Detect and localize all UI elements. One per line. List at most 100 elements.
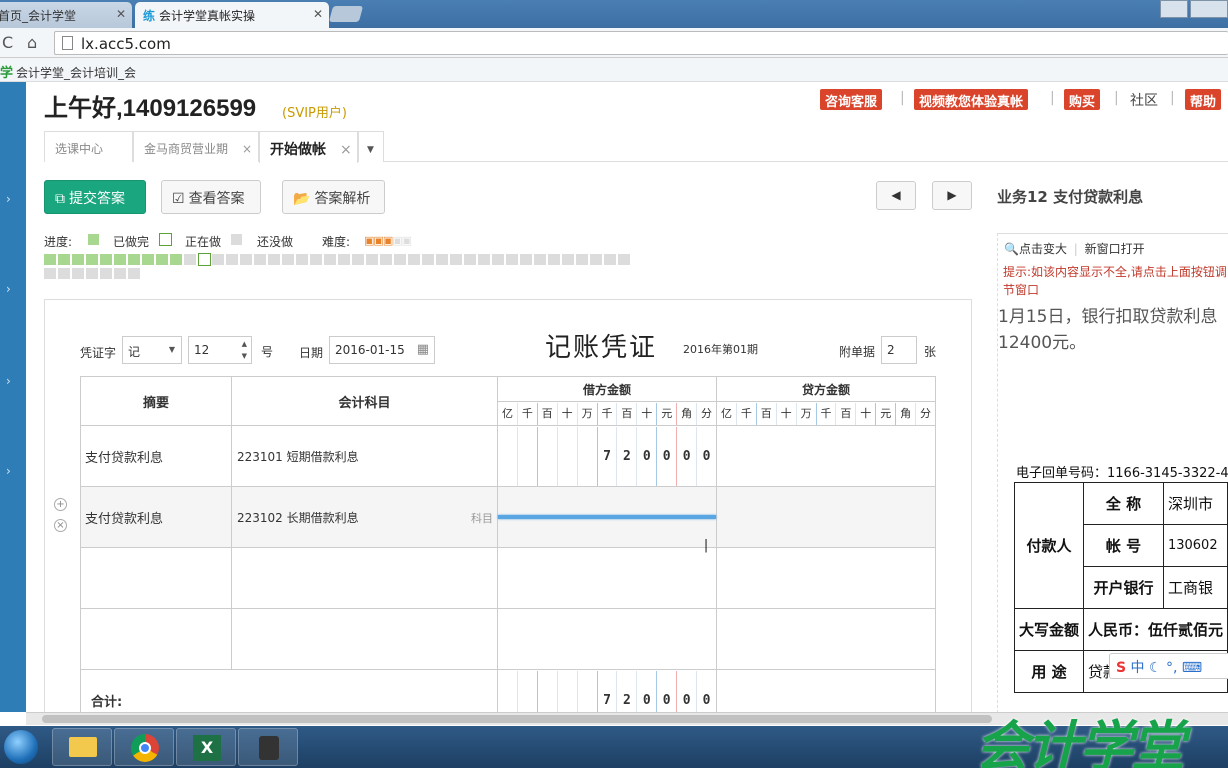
progress-cell[interactable] [170, 254, 182, 265]
previous-button[interactable]: ◀ [876, 181, 916, 210]
debit-amount-input[interactable]: | [497, 486, 717, 553]
progress-cell[interactable] [296, 254, 308, 265]
progress-cell[interactable] [338, 254, 350, 265]
browser-tab-home[interactable]: 首页_会计学堂 ✕ [0, 2, 132, 28]
progress-cell[interactable] [100, 268, 112, 279]
progress-cell[interactable] [184, 254, 196, 265]
progress-cell[interactable] [240, 254, 252, 265]
minimize-button[interactable] [1160, 0, 1188, 18]
account-cell[interactable]: 223101 短期借款利息 [231, 425, 498, 487]
progress-cell[interactable] [142, 254, 154, 265]
chevron-right-icon[interactable]: › [6, 374, 11, 388]
excel-taskbar-icon[interactable]: X [176, 728, 236, 766]
video-trial-button[interactable]: 视频教您体验真帐 [914, 89, 1029, 110]
add-row-icon[interactable]: + [54, 498, 67, 511]
summary-cell[interactable] [80, 547, 232, 609]
explorer-taskbar-icon[interactable] [52, 728, 112, 766]
help-button[interactable]: 帮助 [1185, 89, 1222, 110]
consult-button[interactable]: 咨询客服 [820, 89, 883, 110]
progress-cell[interactable] [212, 254, 224, 265]
progress-cell[interactable] [114, 254, 126, 265]
progress-cell[interactable] [254, 254, 266, 265]
progress-cell[interactable] [394, 254, 406, 265]
progress-cell[interactable] [128, 268, 140, 279]
progress-cell[interactable] [618, 254, 630, 265]
progress-cell[interactable] [422, 254, 434, 265]
progress-cell[interactable] [464, 254, 476, 265]
answer-analysis-button[interactable]: 📂 答案解析 [282, 180, 385, 214]
close-icon[interactable]: × [242, 142, 252, 156]
summary-cell[interactable]: 支付贷款利息 [80, 425, 232, 487]
amount-cell[interactable] [716, 425, 936, 487]
new-tab-button[interactable] [328, 6, 364, 22]
url-input[interactable]: lx.acc5.com [54, 31, 1228, 55]
amount-cell[interactable] [497, 608, 717, 670]
attachment-count-input[interactable]: 2 [881, 336, 917, 364]
progress-cell[interactable] [44, 268, 56, 279]
amount-cell[interactable]: 720000 [497, 425, 717, 487]
progress-cell[interactable] [226, 254, 238, 265]
ime-toolbar[interactable]: S 中 ☾ °, ⌨ [1109, 653, 1228, 679]
progress-cell[interactable] [436, 254, 448, 265]
summary-cell[interactable] [80, 608, 232, 670]
start-button-icon[interactable] [4, 730, 38, 764]
progress-cell[interactable] [58, 254, 70, 265]
browser-tab-practice[interactable]: 练会计学堂真帐实操 ✕ [135, 2, 329, 28]
progress-cell[interactable] [72, 254, 84, 265]
account-cell[interactable]: 223102 长期借款利息 科目 [231, 486, 498, 548]
progress-cell[interactable] [352, 254, 364, 265]
progress-cell[interactable] [268, 254, 280, 265]
progress-cell[interactable] [576, 254, 588, 265]
progress-cell[interactable] [114, 268, 126, 279]
bookmark-item[interactable]: 学会计学堂_会计培训_会 [0, 62, 136, 81]
close-icon[interactable]: ✕ [313, 7, 323, 21]
voucher-word-select[interactable]: 记 ▼ [122, 336, 182, 364]
account-picker-hint[interactable]: 科目 [471, 510, 493, 526]
view-answer-button[interactable]: ☑ 查看答案 [161, 180, 261, 214]
zoom-link[interactable]: 🔍点击变大 [1004, 242, 1067, 256]
progress-cell[interactable] [86, 254, 98, 265]
progress-cell[interactable] [366, 254, 378, 265]
chevron-right-icon[interactable]: › [6, 282, 11, 296]
close-icon[interactable]: ✕ [116, 7, 126, 21]
progress-cell[interactable] [128, 254, 140, 265]
progress-cell[interactable] [324, 254, 336, 265]
progress-cell[interactable] [310, 254, 322, 265]
progress-cell[interactable] [604, 254, 616, 265]
amount-cell[interactable] [716, 547, 936, 609]
reload-icon[interactable]: C [2, 33, 13, 52]
submit-answer-button[interactable]: ⧉ 提交答案 [44, 180, 146, 214]
chrome-taskbar-icon[interactable] [114, 728, 174, 766]
date-input[interactable]: 2016-01-15 ▦ [329, 336, 435, 364]
progress-cell[interactable] [44, 254, 56, 265]
scrollbar-thumb[interactable] [42, 715, 992, 723]
new-window-link[interactable]: 新窗口打开 [1085, 242, 1145, 256]
progress-cell[interactable] [450, 254, 462, 265]
home-icon[interactable]: ⌂ [27, 33, 37, 52]
tab-menu-dropdown[interactable]: ▼ [358, 131, 384, 162]
progress-cell[interactable] [380, 254, 392, 265]
progress-cell[interactable] [156, 254, 168, 265]
progress-cell[interactable] [408, 254, 420, 265]
chevron-right-icon[interactable]: › [6, 192, 11, 206]
progress-cell[interactable] [520, 254, 532, 265]
close-icon[interactable]: × [340, 142, 352, 158]
progress-cell[interactable] [100, 254, 112, 265]
progress-cell[interactable] [478, 254, 490, 265]
voucher-number-stepper[interactable]: 12 ▲ ▼ [188, 336, 252, 364]
progress-cell[interactable] [86, 268, 98, 279]
progress-cell[interactable] [548, 254, 560, 265]
progress-cell[interactable] [282, 254, 294, 265]
spin-arrows-icon[interactable]: ▲ ▼ [242, 338, 247, 362]
chevron-right-icon[interactable]: › [6, 464, 11, 478]
tab-course-center[interactable]: 选课中心 [44, 131, 133, 162]
progress-cell[interactable] [72, 268, 84, 279]
next-button[interactable]: ▶ [932, 181, 972, 210]
delete-row-icon[interactable]: × [54, 519, 67, 532]
amount-cell[interactable] [716, 608, 936, 670]
calendar-icon[interactable]: ▦ [417, 342, 429, 357]
progress-cell[interactable] [534, 254, 546, 265]
tab-company-period[interactable]: 金马商贸营业期 × [133, 131, 259, 162]
amount-cell[interactable] [716, 486, 936, 548]
buy-button[interactable]: 购买 [1064, 89, 1101, 110]
